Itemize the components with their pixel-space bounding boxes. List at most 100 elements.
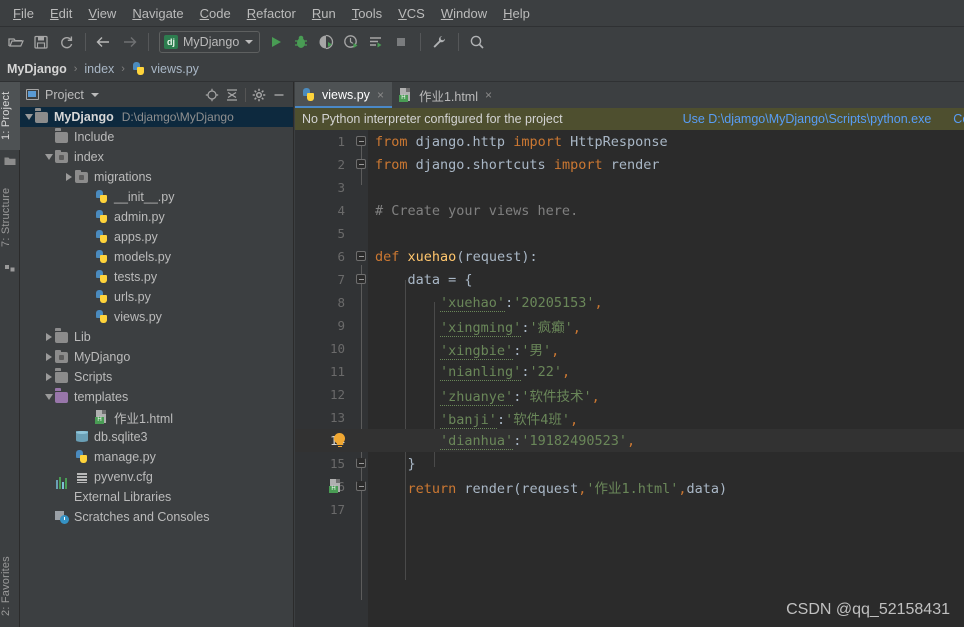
- code-line-13[interactable]: 13 'banji':'软件4班',: [295, 406, 964, 429]
- editor-tab-viewspy[interactable]: views.py ×: [295, 82, 392, 108]
- chevron-down-icon[interactable]: [43, 391, 55, 403]
- back-arrow-icon[interactable]: [92, 30, 116, 54]
- tree-item-scratchesandconsoles[interactable]: Scratches and Consoles: [20, 507, 293, 527]
- close-icon[interactable]: ×: [485, 88, 492, 102]
- menu-item-refactor[interactable]: Refactor: [239, 3, 304, 24]
- code-line-5[interactable]: 5: [295, 222, 964, 245]
- tree-item-apps.py[interactable]: apps.py: [20, 227, 293, 247]
- intention-bulb-icon[interactable]: [334, 433, 345, 447]
- menu-item-vcs[interactable]: VCS: [390, 3, 433, 24]
- fold-toggle-icon[interactable]: [356, 274, 366, 284]
- menu-item-run[interactable]: Run: [304, 3, 344, 24]
- close-icon[interactable]: ×: [377, 88, 384, 102]
- menu-item-view[interactable]: View: [80, 3, 124, 24]
- tree-item-label: Scratches and Consoles: [74, 510, 210, 524]
- chevron-down-icon[interactable]: [23, 111, 35, 123]
- run-icon[interactable]: [264, 30, 288, 54]
- code-line-17[interactable]: 17: [295, 498, 964, 521]
- fold-toggle-icon[interactable]: [356, 458, 366, 468]
- chevron-right-icon[interactable]: [43, 371, 55, 383]
- tree-item-migrations[interactable]: migrations: [20, 167, 293, 187]
- code-line-1[interactable]: 1 from django.http import HttpResponse: [295, 130, 964, 153]
- tree-item-admin.py[interactable]: admin.py: [20, 207, 293, 227]
- run-configuration-selector[interactable]: dj MyDjango: [159, 31, 261, 53]
- sidebar-item-project[interactable]: 1: Project: [0, 82, 20, 150]
- tree-item-作业1.html[interactable]: H 作业1.html: [20, 407, 293, 427]
- project-tree[interactable]: MyDjango D:\djamgo\MyDjango Include index mi…: [20, 107, 293, 625]
- menu-item-edit[interactable]: Edit: [42, 3, 80, 24]
- tree-item-models.py[interactable]: models.py: [20, 247, 293, 267]
- run-with-coverage-icon[interactable]: [314, 30, 338, 54]
- save-all-icon[interactable]: [29, 30, 53, 54]
- tree-item-include[interactable]: Include: [20, 127, 293, 147]
- code-token: 'xingming': [440, 319, 522, 337]
- code-line-8[interactable]: 8 'xuehao':'20205153',: [295, 291, 964, 314]
- collapse-all-icon[interactable]: [222, 85, 242, 105]
- fold-toggle-icon[interactable]: [356, 481, 366, 491]
- locate-icon[interactable]: [202, 85, 222, 105]
- breadcrumb-item-2[interactable]: views.py: [132, 62, 199, 76]
- search-icon[interactable]: [465, 30, 489, 54]
- fold-toggle-icon[interactable]: [356, 159, 366, 169]
- menu-item-code[interactable]: Code: [192, 3, 239, 24]
- debug-icon[interactable]: [289, 30, 313, 54]
- profile-icon[interactable]: [339, 30, 363, 54]
- menu-item-file[interactable]: File: [5, 3, 42, 24]
- tree-item-db.sqlite3[interactable]: db.sqlite3: [20, 427, 293, 447]
- code-line-14[interactable]: 14 'dianhua':'19182490523',: [295, 429, 964, 452]
- python-file-icon: [95, 190, 110, 204]
- tree-item-mydjango[interactable]: MyDjango D:\djamgo\MyDjango: [20, 107, 293, 127]
- code-line-10[interactable]: 10 'xingbie':'男',: [295, 337, 964, 360]
- wrench-icon[interactable]: [427, 30, 451, 54]
- project-panel-title: Project: [45, 87, 84, 102]
- tree-item-__init__.py[interactable]: __init__.py: [20, 187, 293, 207]
- menu-item-window[interactable]: Window: [433, 3, 495, 24]
- code-line-6[interactable]: 6 def xuehao(request):: [295, 245, 964, 268]
- menu-item-help[interactable]: Help: [495, 3, 538, 24]
- chevron-right-icon[interactable]: [43, 351, 55, 363]
- tree-item-lib[interactable]: Lib: [20, 327, 293, 347]
- use-interpreter-link[interactable]: Use D:\djamgo\MyDjango\Scripts\python.ex…: [683, 112, 932, 126]
- code-line-4[interactable]: 4 # Create your views here.: [295, 199, 964, 222]
- chevron-right-icon[interactable]: [63, 171, 75, 183]
- menu-item-navigate[interactable]: Navigate: [124, 3, 191, 24]
- breadcrumb-item-0[interactable]: MyDjango: [7, 62, 67, 76]
- code-line-12[interactable]: 12 'zhuanye':'软件技术',: [295, 383, 964, 406]
- project-chevron-down-icon[interactable]: [90, 92, 99, 97]
- open-folder-icon[interactable]: [4, 30, 28, 54]
- tree-item-views.py[interactable]: views.py: [20, 307, 293, 327]
- code-line-3[interactable]: 3: [295, 176, 964, 199]
- editor-tab-作业1html[interactable]: H 作业1.html ×: [392, 82, 500, 108]
- gear-icon[interactable]: [249, 85, 269, 105]
- sidebar-item-structure[interactable]: 7: Structure: [0, 177, 20, 257]
- tree-item-index[interactable]: index: [20, 147, 293, 167]
- code-line-9[interactable]: 9 'xingming':'疯癫',: [295, 314, 964, 337]
- tree-item-urls.py[interactable]: urls.py: [20, 287, 293, 307]
- code-line-15[interactable]: 15 }: [295, 452, 964, 475]
- sync-icon[interactable]: [54, 30, 78, 54]
- tree-item-tests.py[interactable]: tests.py: [20, 267, 293, 287]
- breadcrumb-item-1[interactable]: index: [84, 62, 114, 76]
- code-line-2[interactable]: 2 from django.shortcuts import render: [295, 153, 964, 176]
- code-line-7[interactable]: 7 data = {: [295, 268, 964, 291]
- code-line-16[interactable]: 16H return render(request,'作业1.html',dat…: [295, 475, 964, 498]
- run-tests-icon[interactable]: [364, 30, 388, 54]
- tree-item-manage.py[interactable]: manage.py: [20, 447, 293, 467]
- hide-panel-icon[interactable]: [269, 85, 289, 105]
- sidebar-item-favorites[interactable]: 2: Favorites: [0, 545, 20, 627]
- fold-toggle-icon[interactable]: [356, 136, 366, 146]
- tree-item-externallibraries[interactable]: External Libraries: [20, 477, 293, 507]
- code-line-11[interactable]: 11 'nianling':'22',: [295, 360, 964, 383]
- chevron-right-icon[interactable]: [43, 331, 55, 343]
- tree-item-templates[interactable]: templates: [20, 387, 293, 407]
- code-editor[interactable]: 1 from django.http import HttpResponse 2 fr…: [295, 130, 964, 627]
- tree-item-mydjango[interactable]: MyDjango: [20, 347, 293, 367]
- tree-item-scripts[interactable]: Scripts: [20, 367, 293, 387]
- configure-interpreter-link[interactable]: Config: [953, 112, 964, 126]
- fold-toggle-icon[interactable]: [356, 251, 366, 261]
- chevron-down-icon[interactable]: [43, 151, 55, 163]
- menu-item-tools[interactable]: Tools: [344, 3, 390, 24]
- gutter-html-file-icon[interactable]: H: [329, 479, 343, 493]
